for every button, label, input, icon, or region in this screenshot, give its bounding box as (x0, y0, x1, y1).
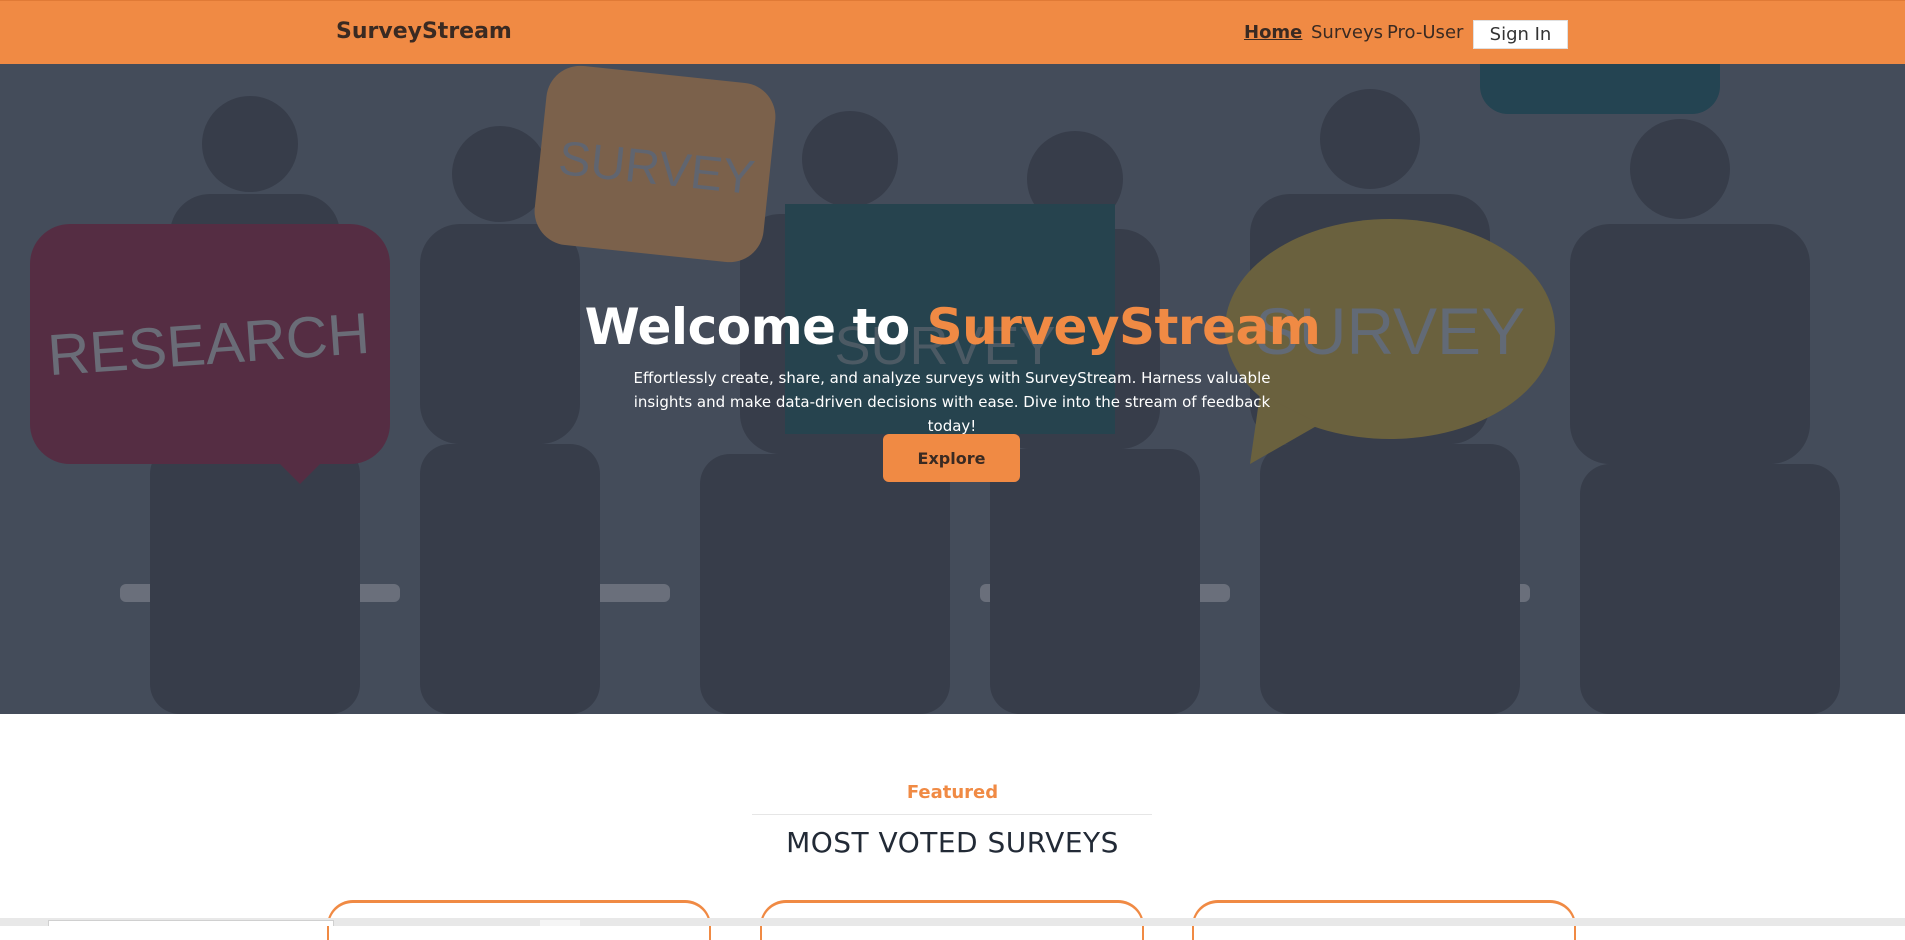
explore-button[interactable]: Explore (883, 434, 1020, 482)
featured-divider (752, 814, 1152, 815)
scrollbar-thumb[interactable] (48, 920, 334, 926)
nav-surveys-link[interactable]: Surveys (1311, 22, 1383, 43)
brand-logo[interactable]: SurveyStream (336, 19, 512, 44)
featured-label: Featured (906, 782, 999, 803)
hero-title-prefix: Welcome to (584, 298, 927, 356)
scrollbar-track-segment (540, 920, 580, 926)
nav-pro-user-link[interactable]: Pro-User (1387, 22, 1463, 43)
hero-section: RESEARCH SURVEY SURVEY SURVEY Welcome to… (0, 64, 1905, 714)
sign-in-button[interactable]: Sign In (1473, 20, 1568, 49)
top-navbar: SurveyStream Home Surveys Pro-User Sign … (0, 0, 1905, 64)
featured-heading: MOST VOTED SURVEYS (786, 826, 1119, 859)
nav-home-link[interactable]: Home (1244, 22, 1302, 43)
hero-title-brand: SurveyStream (926, 298, 1321, 356)
hero-subtitle: Effortlessly create, share, and analyze … (633, 369, 1271, 435)
hero-title: Welcome to SurveyStream (0, 298, 1905, 356)
